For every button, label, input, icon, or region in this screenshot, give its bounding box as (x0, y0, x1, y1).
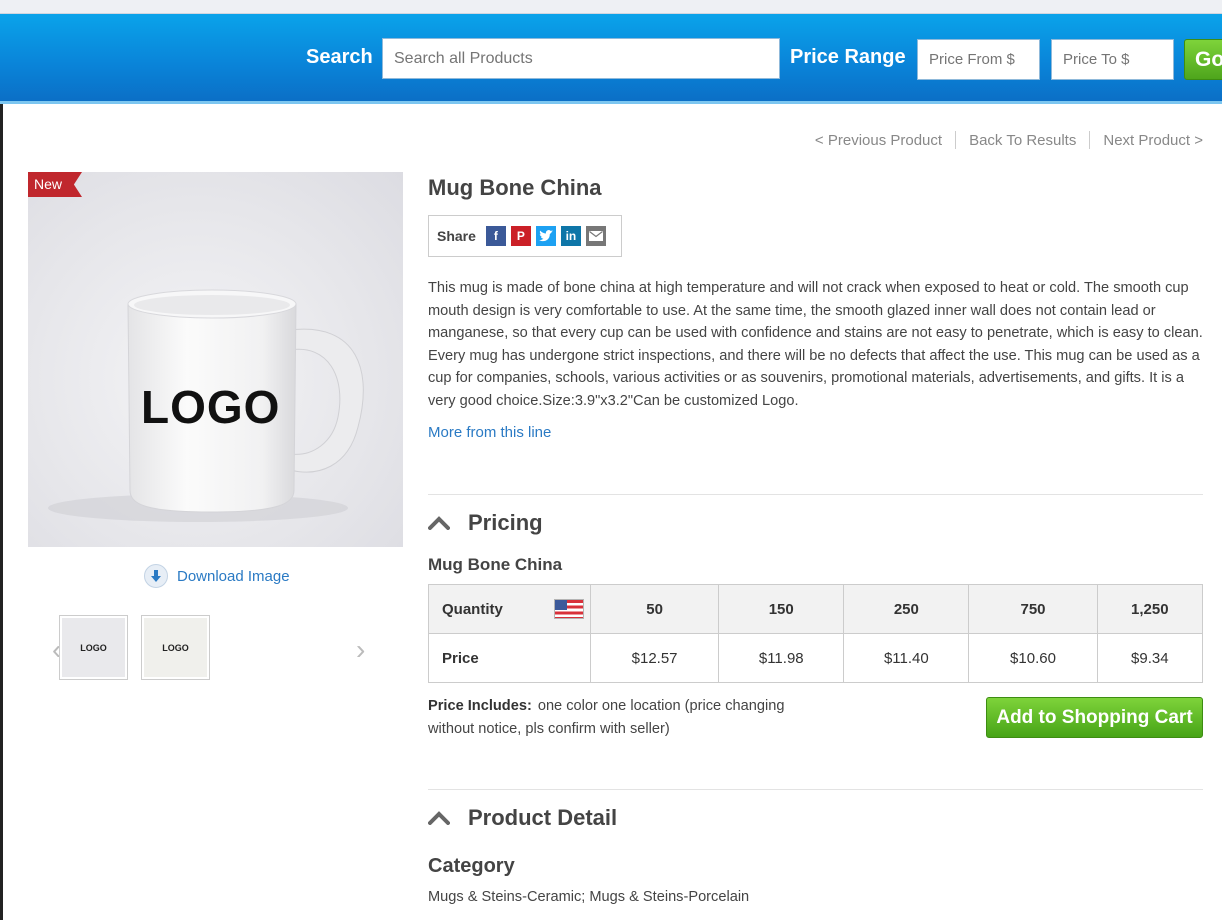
price-includes-label: Price Includes: (428, 698, 532, 714)
quantity-cell: 1,250 (1096, 584, 1204, 634)
more-from-line-link[interactable]: More from this line (428, 424, 551, 441)
pricing-product-name: Mug Bone China (428, 555, 563, 574)
previous-product-link[interactable]: < Previous Product (815, 132, 942, 149)
product-navigation: < Previous Product Back To Results Next … (815, 131, 1203, 149)
product-detail-heading: Product Detail (468, 805, 618, 830)
product-description: This mug is made of bone china at high t… (428, 280, 1203, 409)
chevron-up-icon (428, 516, 450, 530)
price-table: Quantity 50 150 250 750 1,250 Price $12.… (428, 584, 1204, 683)
twitter-icon[interactable] (535, 226, 556, 246)
quantity-cell: 750 (968, 584, 1098, 634)
share-bar: Share f P in (428, 215, 622, 257)
window-left-edge (0, 104, 3, 920)
table-row: Price $12.57 $11.98 $11.40 $10.60 $9.34 (428, 633, 1204, 683)
price-cell: $9.34 (1096, 633, 1204, 683)
thumbnail-2-image: LOGO (144, 618, 207, 677)
price-header: Price (428, 633, 591, 683)
price-cell: $12.57 (589, 633, 720, 683)
thumb-next-arrow-icon[interactable]: › (356, 634, 365, 666)
category-value: Mugs & Steins-Ceramic; Mugs & Steins-Por… (428, 889, 750, 905)
divider (428, 789, 1203, 790)
linkedin-icon[interactable]: in (560, 226, 581, 246)
nav-divider (955, 131, 957, 149)
product-title: Mug Bone China (428, 175, 602, 200)
search-label: Search (306, 46, 373, 68)
pricing-heading: Pricing (468, 510, 543, 535)
thumbnail-1-image: LOGO (62, 618, 125, 677)
download-image-label: Download Image (177, 567, 290, 585)
pricing-section-toggle[interactable]: Pricing (428, 510, 543, 536)
category-heading: Category (428, 855, 515, 877)
next-product-link[interactable]: Next Product > (1103, 132, 1203, 149)
new-badge: New (28, 172, 82, 197)
download-icon (144, 564, 168, 588)
chevron-up-icon (428, 811, 450, 825)
browser-top-strip (0, 0, 1222, 14)
pinterest-icon[interactable]: P (510, 226, 531, 246)
price-cell: $11.98 (718, 633, 845, 683)
thumbnail-1[interactable]: LOGO (59, 615, 128, 680)
quantity-cell: 150 (718, 584, 845, 634)
price-from-input[interactable] (917, 39, 1040, 80)
divider (428, 494, 1203, 495)
facebook-icon[interactable]: f (485, 226, 506, 246)
share-label: Share (437, 228, 476, 244)
price-includes: Price Includes: one color one location (p… (428, 695, 808, 741)
quantity-cell: 250 (843, 584, 970, 634)
price-cell: $10.60 (968, 633, 1098, 683)
nav-divider (1089, 131, 1091, 149)
price-range-label: Price Range (790, 46, 906, 68)
add-to-cart-button[interactable]: Add to Shopping Cart (986, 697, 1203, 738)
product-image[interactable]: LOGO (28, 172, 403, 547)
table-row: Quantity 50 150 250 750 1,250 (428, 584, 1204, 634)
logo-text: LOGO (141, 381, 281, 433)
quantity-cell: 50 (589, 584, 720, 634)
search-input[interactable] (382, 38, 780, 79)
email-icon[interactable] (585, 226, 606, 246)
download-image-button[interactable]: Download Image (144, 564, 290, 588)
us-flag-icon (554, 599, 584, 619)
mug-illustration (48, 289, 364, 522)
price-to-input[interactable] (1051, 39, 1174, 80)
price-cell: $11.40 (843, 633, 970, 683)
back-to-results-link[interactable]: Back To Results (969, 132, 1076, 149)
search-header: Search Price Range Go (0, 14, 1222, 104)
quantity-header: Quantity (428, 584, 591, 634)
product-detail-section-toggle[interactable]: Product Detail (428, 805, 617, 831)
thumbnail-2[interactable]: LOGO (141, 615, 210, 680)
go-button[interactable]: Go (1184, 39, 1222, 80)
